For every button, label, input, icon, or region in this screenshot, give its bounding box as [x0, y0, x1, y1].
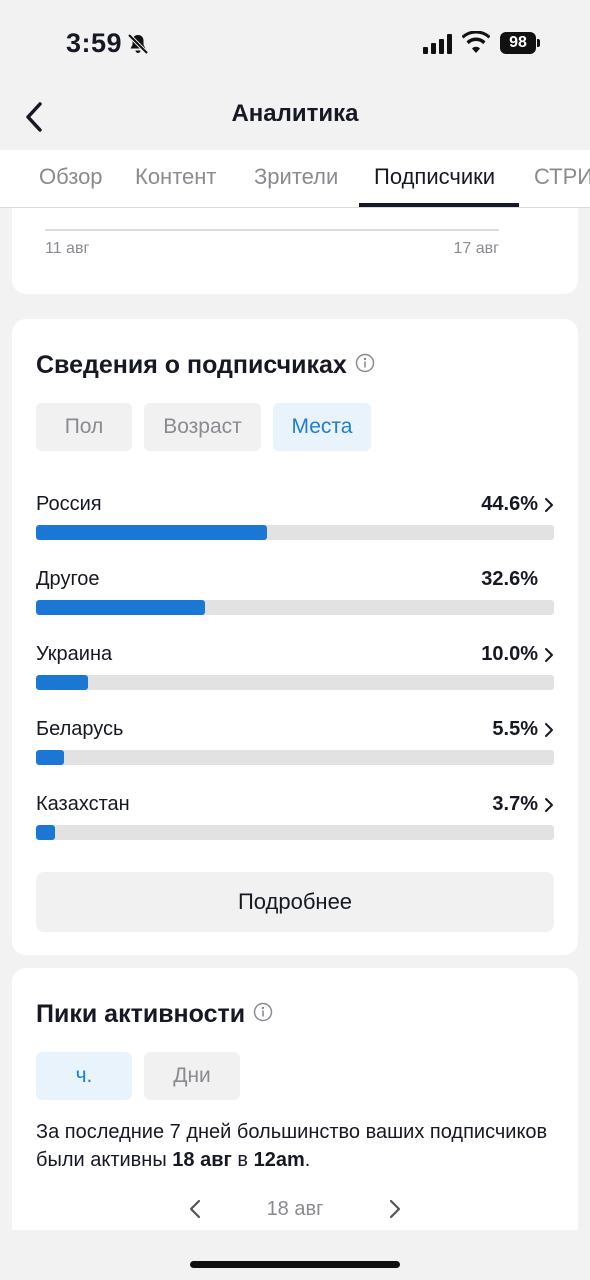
signal-icon: [423, 34, 452, 54]
location-name: Россия: [36, 493, 102, 515]
tab-live[interactable]: СТРИ: [534, 164, 590, 190]
bell-slash-icon: [127, 33, 149, 55]
activity-title: Пики активности: [36, 1000, 246, 1028]
chevron-right-icon[interactable]: [544, 497, 554, 513]
tab-content[interactable]: Контент: [135, 164, 217, 190]
progress-fill: [36, 825, 55, 840]
location-name: Другое: [36, 568, 100, 590]
location-row: Другое 32.6%: [36, 568, 554, 628]
segment-hours[interactable]: ч.: [36, 1052, 132, 1100]
bottom-safe-area: [0, 1230, 590, 1280]
location-row[interactable]: Беларусь 5.5%: [36, 718, 554, 778]
followers-card: Сведения о подписчиках Пол Возраст Места…: [12, 319, 578, 955]
location-row[interactable]: Россия 44.6%: [36, 493, 554, 553]
activity-text-mid: в: [231, 1149, 254, 1171]
more-details-button[interactable]: Подробнее: [36, 872, 554, 932]
header: Аналитика: [0, 90, 590, 150]
tab-active-indicator: [359, 203, 519, 207]
progress-track: [36, 750, 554, 765]
tab-viewers[interactable]: Зрители: [254, 164, 338, 190]
segment-age[interactable]: Возраст: [144, 403, 261, 451]
location-name: Беларусь: [36, 718, 124, 740]
location-row[interactable]: Украина 10.0%: [36, 643, 554, 703]
chart-baseline: [45, 229, 499, 231]
activity-text-suffix: .: [304, 1149, 311, 1171]
location-percent: 44.6%: [481, 493, 538, 515]
progress-track: [36, 825, 554, 840]
progress-fill: [36, 600, 205, 615]
activity-card: Пики активности ч. Дни За последние 7 дн…: [12, 968, 578, 1230]
tab-bar: Обзор Контент Зрители Подписчики СТРИ: [0, 150, 590, 208]
location-percent: 32.6%: [481, 568, 538, 590]
chart-card: 11 авг 17 авг: [12, 208, 578, 294]
activity-peak-date: 18 авг: [172, 1149, 232, 1171]
tab-overview[interactable]: Обзор: [39, 164, 103, 190]
status-bar: 3:59 98: [0, 0, 590, 90]
location-name: Казахстан: [36, 793, 130, 815]
wifi-icon: [462, 31, 490, 53]
chevron-right-icon[interactable]: [544, 647, 554, 663]
location-percent: 3.7%: [492, 793, 538, 815]
location-row[interactable]: Казахстан 3.7%: [36, 793, 554, 853]
progress-track: [36, 675, 554, 690]
status-time: 3:59: [66, 28, 123, 58]
info-icon[interactable]: [355, 353, 375, 373]
activity-title-row: Пики активности: [36, 1000, 273, 1029]
chart-start-date: 11 авг: [45, 240, 90, 257]
progress-track: [36, 525, 554, 540]
info-icon[interactable]: [253, 1002, 273, 1022]
chart-end-date: 17 авг: [453, 240, 499, 257]
date-nav-label: 18 авг: [266, 1198, 324, 1220]
progress-fill: [36, 750, 64, 765]
battery-level: 98: [500, 32, 536, 54]
segment-places[interactable]: Места: [273, 403, 371, 451]
location-percent: 5.5%: [492, 718, 538, 740]
segment-days[interactable]: Дни: [144, 1052, 240, 1100]
location-percent: 10.0%: [481, 643, 538, 665]
battery-icon: 98: [500, 32, 540, 54]
chevron-right-icon[interactable]: [544, 722, 554, 738]
chevron-right-icon[interactable]: [388, 1198, 402, 1220]
battery-tip: [537, 39, 540, 47]
followers-title-row: Сведения о подписчиках: [36, 351, 375, 380]
chevron-right-icon[interactable]: [544, 797, 554, 813]
tab-followers[interactable]: Подписчики: [374, 164, 495, 190]
home-indicator: [190, 1261, 400, 1268]
segment-gender[interactable]: Пол: [36, 403, 132, 451]
progress-fill: [36, 675, 88, 690]
followers-title: Сведения о подписчиках: [36, 351, 347, 379]
location-name: Украина: [36, 643, 113, 665]
progress-fill: [36, 525, 267, 540]
activity-peak-time: 12am: [253, 1149, 305, 1171]
activity-summary: За последние 7 дней большинство ваших по…: [36, 1118, 556, 1174]
progress-track: [36, 600, 554, 615]
page-title: Аналитика: [231, 100, 359, 127]
